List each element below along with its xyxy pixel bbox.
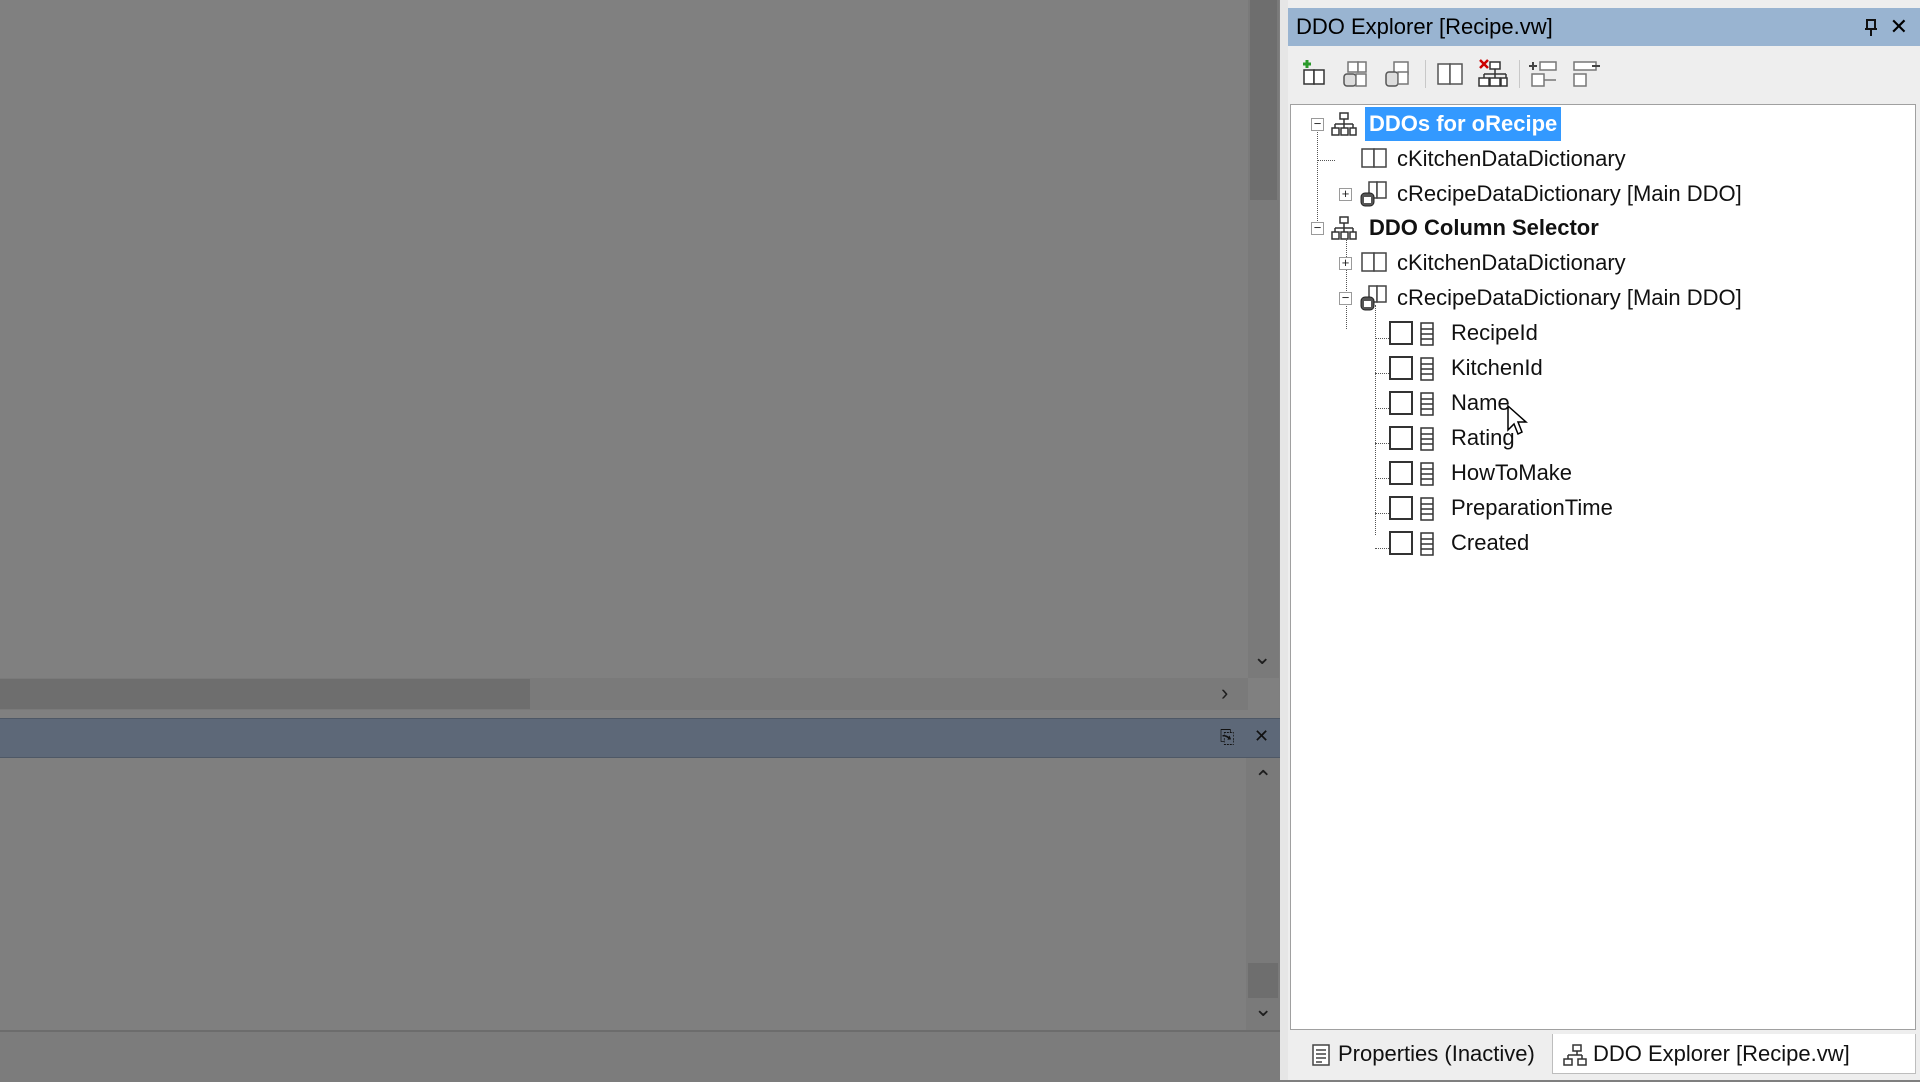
editor-area[interactable]: ⌄ ›	[0, 0, 1279, 718]
ddo-explorer-panel: DDO Explorer [Recipe.vw] ✕ − DDOs for oR…	[1288, 0, 1920, 1080]
column-label: RecipeId	[1451, 320, 1538, 345]
pin-icon[interactable]	[1864, 8, 1878, 46]
data-dictionary-icon	[1361, 252, 1387, 272]
tree-node-label: cRecipeDataDictionary [Main DDO]	[1397, 181, 1742, 206]
tree-node-label: DDOs for oRecipe	[1365, 107, 1562, 141]
column-field-icon	[1420, 392, 1434, 416]
column-label: PreparationTime	[1451, 495, 1613, 520]
close-icon[interactable]: ✕	[1890, 8, 1908, 46]
column-item-created[interactable]: Created	[1291, 526, 1911, 560]
tab-label: Properties (Inactive)	[1338, 1041, 1535, 1066]
expand-toggle[interactable]: +	[1339, 256, 1352, 270]
column-field-icon	[1420, 462, 1434, 486]
tree-node-label: cKitchenDataDictionary	[1397, 146, 1626, 171]
ddo-properties-icon[interactable]	[1382, 58, 1414, 90]
column-checkbox[interactable]	[1389, 321, 1413, 345]
column-item-name[interactable]: Name	[1291, 386, 1911, 420]
collapse-toggle[interactable]: −	[1311, 221, 1324, 235]
mouse-cursor-icon	[1507, 404, 1528, 436]
column-field-icon	[1420, 357, 1434, 381]
column-checkbox[interactable]	[1389, 391, 1413, 415]
tree-node-crecipedatadictionary-main[interactable]: − cRecipeDataDictionary [Main DDO]	[1291, 281, 1911, 315]
bottom-panel-body: ⌃ ⌄	[0, 758, 1280, 1030]
expand-all-icon[interactable]	[1528, 58, 1560, 90]
tree-node-label: DDO Column Selector	[1369, 215, 1599, 240]
tree-node-ddos-for-orecipe[interactable]: − DDOs for oRecipe	[1291, 107, 1911, 141]
ddo-explorer-title: DDO Explorer [Recipe.vw]	[1296, 14, 1553, 39]
bottom-panel-scrollbar[interactable]: ⌃ ⌄	[1246, 758, 1280, 1030]
status-bar	[0, 1030, 1280, 1082]
column-item-preparationtime[interactable]: PreparationTime	[1291, 491, 1911, 525]
column-label: Created	[1451, 530, 1530, 555]
toolbar-separator	[1425, 60, 1426, 88]
column-field-icon	[1420, 497, 1434, 521]
ddo-explorer-toolbar	[1288, 52, 1920, 96]
scroll-right-icon[interactable]: ›	[1221, 682, 1228, 704]
ddo-explorer-icon	[1563, 1044, 1587, 1066]
editor-vertical-scrollbar[interactable]: ⌄	[1248, 0, 1279, 678]
data-dictionary-icon	[1361, 148, 1387, 168]
collapse-toggle[interactable]: −	[1311, 117, 1324, 131]
bottom-panel-header: ⎘ ✕	[0, 718, 1280, 759]
scroll-down-icon[interactable]: ⌄	[1254, 998, 1272, 1020]
tab-ddo-explorer[interactable]: DDO Explorer [Recipe.vw]	[1552, 1034, 1916, 1074]
column-checkbox[interactable]	[1389, 356, 1413, 380]
properties-icon	[1312, 1044, 1330, 1066]
main-ddo-icon	[1360, 285, 1387, 311]
ddo-tree: − DDOs for oRecipe cKitchenDataDictionar…	[1290, 104, 1916, 1030]
ddo-structure-icon	[1331, 112, 1357, 136]
collapse-toggle[interactable]: −	[1339, 291, 1352, 305]
column-field-icon	[1420, 427, 1434, 451]
editor-horizontal-scrollbar[interactable]: ›	[0, 678, 1248, 710]
tree-node-ckitchendatadictionary[interactable]: cKitchenDataDictionary	[1291, 142, 1911, 176]
tab-properties[interactable]: Properties (Inactive)	[1296, 1034, 1556, 1074]
scrollbar-thumb[interactable]	[1250, 0, 1277, 200]
column-checkbox[interactable]	[1389, 461, 1413, 485]
add-ddo-icon[interactable]	[1298, 58, 1330, 90]
column-item-howtomake[interactable]: HowToMake	[1291, 456, 1911, 490]
column-checkbox[interactable]	[1389, 426, 1413, 450]
toolbar-separator	[1519, 60, 1520, 88]
tree-node-ddo-column-selector[interactable]: − DDO Column Selector	[1291, 211, 1911, 245]
column-field-icon	[1420, 532, 1434, 556]
collapse-all-icon[interactable]	[1570, 58, 1602, 90]
main-ddo-icon	[1360, 181, 1387, 207]
edit-ddo-icon[interactable]	[1340, 58, 1372, 90]
panel-tab-strip: Properties (Inactive) DDO Explorer [Reci…	[1288, 1032, 1920, 1080]
expand-toggle[interactable]: +	[1339, 187, 1352, 201]
column-item-recipeid[interactable]: RecipeId	[1291, 316, 1911, 350]
column-checkbox[interactable]	[1389, 531, 1413, 555]
delete-structure-icon[interactable]	[1476, 58, 1508, 90]
scrollbar-thumb[interactable]	[0, 679, 530, 709]
tree-node-label: cRecipeDataDictionary [Main DDO]	[1397, 285, 1742, 310]
tree-node-ckitchendatadictionary[interactable]: + cKitchenDataDictionary	[1291, 246, 1911, 280]
column-checkbox[interactable]	[1389, 496, 1413, 520]
ddo-structure-icon	[1331, 216, 1357, 240]
column-label: KitchenId	[1451, 355, 1543, 380]
tree-node-crecipedatadictionary-main[interactable]: + cRecipeDataDictionary [Main DDO]	[1291, 177, 1911, 211]
scroll-up-icon[interactable]: ⌃	[1254, 768, 1272, 790]
column-item-rating[interactable]: Rating	[1291, 421, 1911, 455]
ddo-explorer-title-bar: DDO Explorer [Recipe.vw] ✕	[1288, 8, 1920, 46]
pin-icon[interactable]: ⎘	[1220, 727, 1234, 748]
scroll-down-icon[interactable]: ⌄	[1253, 646, 1271, 668]
close-icon[interactable]: ✕	[1254, 726, 1269, 747]
tab-label: DDO Explorer [Recipe.vw]	[1593, 1041, 1850, 1066]
column-field-icon	[1420, 322, 1434, 346]
tree-node-label: cKitchenDataDictionary	[1397, 250, 1626, 275]
dictionary-icon[interactable]	[1434, 58, 1466, 90]
column-item-kitchenid[interactable]: KitchenId	[1291, 351, 1911, 385]
scrollbar-thumb[interactable]	[1248, 963, 1278, 998]
column-label: Name	[1451, 390, 1510, 415]
column-label: HowToMake	[1451, 460, 1573, 485]
